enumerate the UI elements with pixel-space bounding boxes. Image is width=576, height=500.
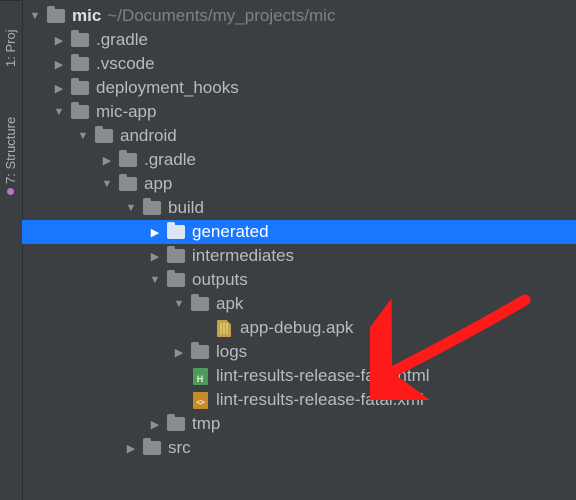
root-folder-name: mic [72, 6, 101, 26]
folder-label: .vscode [96, 54, 155, 74]
tool-window-tabs: 1: Proj 7: Structure [0, 0, 23, 500]
folder-icon [166, 271, 186, 289]
file-label: lint-results-release-fatal.xml [216, 390, 424, 410]
chevron-right-icon[interactable]: ▶ [148, 418, 162, 431]
tree-row-src[interactable]: ▶ src [22, 436, 576, 460]
chevron-down-icon[interactable]: ▼ [148, 274, 162, 286]
tree-row-apk[interactable]: ▼ apk [22, 292, 576, 316]
chevron-down-icon[interactable]: ▼ [100, 178, 114, 190]
folder-label: intermediates [192, 246, 294, 266]
chevron-down-icon[interactable]: ▼ [172, 298, 186, 310]
project-tool-tab[interactable]: 1: Proj [0, 0, 21, 73]
tree-row-mic-app[interactable]: ▼ mic-app [22, 100, 576, 124]
tree-row-deployment-hooks[interactable]: ▶ deployment_hooks [22, 76, 576, 100]
chevron-down-icon[interactable]: ▼ [28, 10, 42, 22]
chevron-right-icon[interactable]: ▶ [52, 58, 66, 71]
folder-icon [190, 295, 210, 313]
folder-label: generated [192, 222, 269, 242]
folder-label: logs [216, 342, 247, 362]
chevron-right-icon[interactable]: ▶ [172, 346, 186, 359]
tree-row-app-debug-apk[interactable]: ▶ app-debug.apk [22, 316, 576, 340]
chevron-right-icon[interactable]: ▶ [148, 226, 162, 239]
xml-file-icon [190, 391, 210, 409]
folder-icon [166, 223, 186, 241]
chevron-right-icon[interactable]: ▶ [100, 154, 114, 167]
tree-row-build[interactable]: ▼ build [22, 196, 576, 220]
tree-row-gradle[interactable]: ▶ .gradle [22, 28, 576, 52]
tree-row-android-gradle[interactable]: ▶ .gradle [22, 148, 576, 172]
folder-label: outputs [192, 270, 248, 290]
folder-icon [118, 151, 138, 169]
chevron-right-icon[interactable]: ▶ [148, 250, 162, 263]
folder-label: app [144, 174, 172, 194]
tree-row-tmp[interactable]: ▶ tmp [22, 412, 576, 436]
tree-row-vscode[interactable]: ▶ .vscode [22, 52, 576, 76]
folder-label: apk [216, 294, 243, 314]
project-tab-label: 1: Proj [3, 29, 18, 67]
apk-file-icon [214, 319, 234, 337]
folder-label: .gradle [96, 30, 148, 50]
folder-icon [46, 7, 66, 25]
folder-icon [70, 103, 90, 121]
folder-icon [70, 31, 90, 49]
file-label: app-debug.apk [240, 318, 353, 338]
tree-row-android[interactable]: ▼ android [22, 124, 576, 148]
folder-icon [70, 79, 90, 97]
folder-icon [166, 415, 186, 433]
folder-label: mic-app [96, 102, 156, 122]
folder-label: .gradle [144, 150, 196, 170]
tree-row-lint-xml[interactable]: ▶ lint-results-release-fatal.xml [22, 388, 576, 412]
chevron-down-icon[interactable]: ▼ [52, 106, 66, 118]
tree-row-app[interactable]: ▼ app [22, 172, 576, 196]
structure-tool-tab[interactable]: 7: Structure [0, 79, 21, 201]
chevron-right-icon[interactable]: ▶ [52, 34, 66, 47]
structure-tab-label: 7: Structure [3, 117, 18, 184]
chevron-down-icon[interactable]: ▼ [76, 130, 90, 142]
root-folder-path: ~/Documents/my_projects/mic [107, 6, 335, 26]
folder-icon [190, 343, 210, 361]
chevron-right-icon[interactable]: ▶ [52, 82, 66, 95]
tree-row-root[interactable]: ▼ mic ~/Documents/my_projects/mic [22, 4, 576, 28]
folder-icon [166, 247, 186, 265]
folder-icon [70, 55, 90, 73]
tree-row-logs[interactable]: ▶ logs [22, 340, 576, 364]
folder-label: android [120, 126, 177, 146]
html-file-icon [190, 367, 210, 385]
folder-icon [118, 175, 138, 193]
chevron-down-icon[interactable]: ▼ [124, 202, 138, 214]
tree-row-generated[interactable]: ▶ generated [22, 220, 576, 244]
folder-label: tmp [192, 414, 220, 434]
folder-label: build [168, 198, 204, 218]
structure-tab-icon [7, 188, 14, 195]
folder-icon [142, 199, 162, 217]
project-tree[interactable]: ▼ mic ~/Documents/my_projects/mic ▶ .gra… [22, 0, 576, 500]
folder-icon [142, 439, 162, 457]
folder-label: src [168, 438, 191, 458]
file-label: lint-results-release-fatal.html [216, 366, 430, 386]
folder-label: deployment_hooks [96, 78, 239, 98]
tree-row-intermediates[interactable]: ▶ intermediates [22, 244, 576, 268]
folder-icon [94, 127, 114, 145]
tree-row-lint-html[interactable]: ▶ lint-results-release-fatal.html [22, 364, 576, 388]
chevron-right-icon[interactable]: ▶ [124, 442, 138, 455]
tree-row-outputs[interactable]: ▼ outputs [22, 268, 576, 292]
